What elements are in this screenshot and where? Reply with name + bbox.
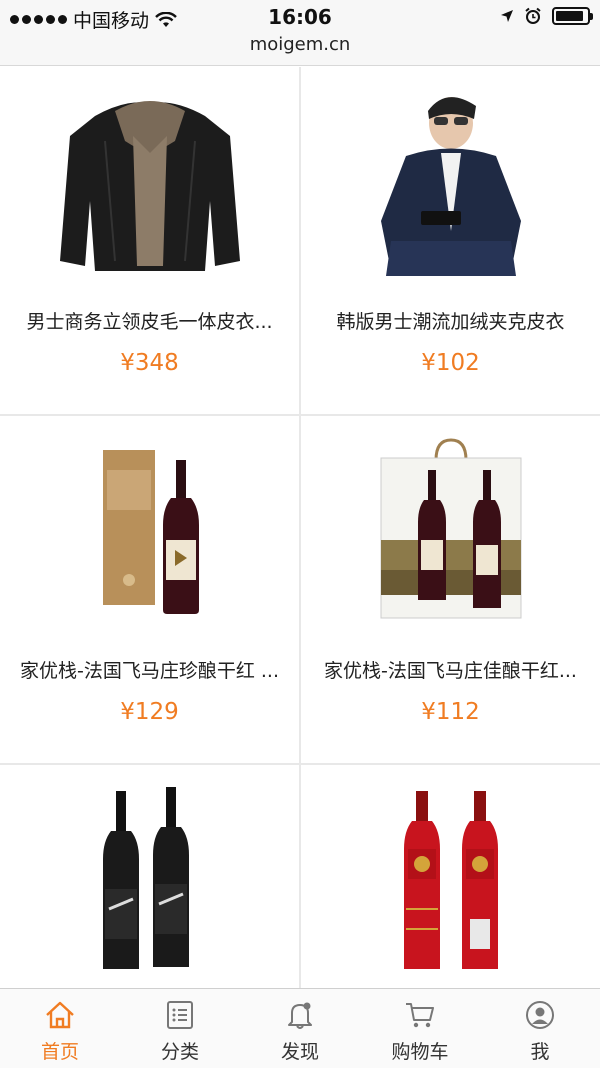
product-price: ¥112 <box>421 699 480 725</box>
location-arrow-icon <box>501 10 513 22</box>
address-domain: moigem.cn <box>249 34 351 55</box>
tab-label: 发现 <box>280 1041 319 1063</box>
product-image[interactable] <box>336 81 566 281</box>
product-image[interactable] <box>35 430 265 630</box>
product-image[interactable] <box>336 430 566 630</box>
tab-label: 分类 <box>160 1041 199 1063</box>
product-price: ¥348 <box>120 350 179 376</box>
tab-label: 购物车 <box>391 1041 449 1063</box>
product-title[interactable]: 韩版男士潮流加绒夹克皮衣 <box>317 307 584 334</box>
tab-label: 首页 <box>40 1041 79 1063</box>
battery-icon <box>552 7 593 25</box>
product-card[interactable] <box>0 765 299 988</box>
tab-category[interactable]: 分类 <box>120 989 240 1068</box>
user-icon <box>526 1001 554 1029</box>
address-bar[interactable]: moigem.cn <box>0 36 600 66</box>
tab-label: 我 <box>530 1041 550 1063</box>
tab-cart[interactable]: 购物车 <box>360 989 480 1068</box>
product-card[interactable]: 家优栈-法国飞马庄佳酿干红... ¥112 <box>301 416 600 763</box>
tab-bar: 首页 分类 发现 购物车 我 <box>0 988 600 1068</box>
tab-discover[interactable]: 发现 <box>240 989 360 1068</box>
product-image[interactable] <box>336 779 566 979</box>
bell-icon <box>288 1002 312 1029</box>
product-card[interactable]: 男士商务立领皮毛一体皮衣... ¥348 <box>0 67 299 414</box>
product-image[interactable] <box>35 779 265 979</box>
product-card[interactable]: 家优栈-法国飞马庄珍酿干红 ... ¥129 <box>0 416 299 763</box>
product-title[interactable]: 家优栈-法国飞马庄佳酿干红... <box>317 656 584 683</box>
product-title[interactable]: 家优栈-法国飞马庄珍酿干红 ... <box>16 656 283 683</box>
product-price: ¥129 <box>120 699 179 725</box>
product-grid: 男士商务立领皮毛一体皮衣... ¥348 韩版男士潮流加绒夹克皮衣 ¥102 家… <box>0 67 600 988</box>
product-title[interactable]: 男士商务立领皮毛一体皮衣... <box>16 307 283 334</box>
cart-icon <box>406 1003 434 1028</box>
alarm-clock-icon <box>525 7 541 24</box>
product-card[interactable]: 韩版男士潮流加绒夹克皮衣 ¥102 <box>301 67 600 414</box>
home-icon <box>46 1001 74 1029</box>
tab-me[interactable]: 我 <box>480 989 600 1068</box>
product-image[interactable] <box>35 81 265 281</box>
product-card[interactable] <box>301 765 600 988</box>
list-icon <box>167 1001 193 1029</box>
tab-home[interactable]: 首页 <box>0 989 120 1068</box>
status-right <box>500 7 593 25</box>
product-price: ¥102 <box>421 350 480 376</box>
status-bar: 中国移动 16:06 <box>0 0 600 36</box>
